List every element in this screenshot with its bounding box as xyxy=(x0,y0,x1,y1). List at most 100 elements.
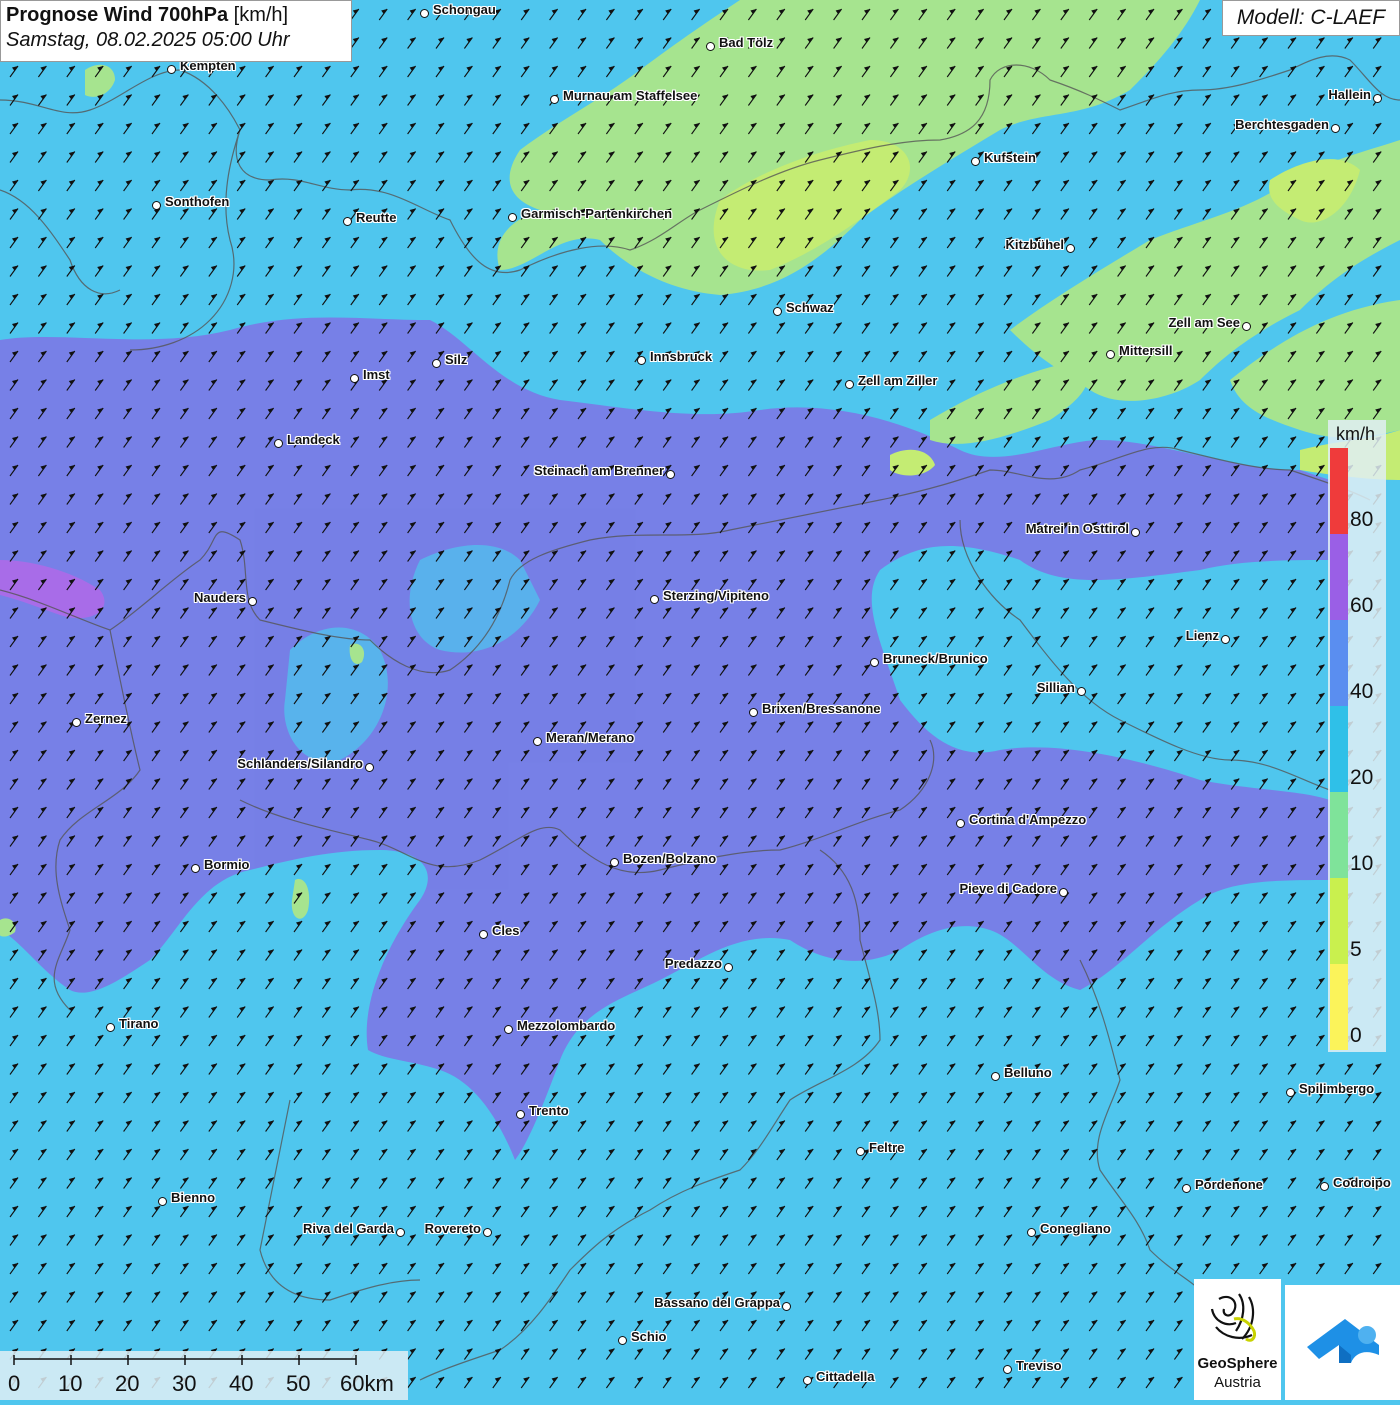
city-marker xyxy=(191,864,200,873)
city-marker xyxy=(666,470,675,479)
city-label: Schwaz xyxy=(786,300,834,315)
city-marker xyxy=(152,201,161,210)
city-marker xyxy=(396,1228,405,1237)
city-label: Bassano del Grappa xyxy=(654,1295,780,1310)
city-marker xyxy=(432,359,441,368)
scale-label: 60km xyxy=(340,1371,394,1396)
city-marker xyxy=(479,930,488,939)
city-marker xyxy=(1003,1365,1012,1374)
city-marker xyxy=(343,217,352,226)
city-label: Codroipo xyxy=(1333,1175,1391,1190)
city-label: Spilimbergo xyxy=(1299,1081,1375,1096)
city-marker xyxy=(1373,94,1382,103)
city-label: Conegliano xyxy=(1040,1221,1111,1236)
city-marker xyxy=(724,963,733,972)
city-marker xyxy=(274,439,283,448)
city-marker xyxy=(749,708,758,717)
city-label: Meran/Merano xyxy=(546,730,635,745)
geosphere-country: Austria xyxy=(1214,1374,1261,1391)
city-marker xyxy=(870,658,879,667)
city-label: Steinach am Brenner xyxy=(533,463,664,478)
city-label: Hallein xyxy=(1328,87,1371,102)
title-bold: Prognose Wind 700hPa xyxy=(6,4,229,26)
cloud-arrow-icon xyxy=(1307,1319,1379,1363)
city-marker xyxy=(1286,1088,1295,1097)
scale-label: 0 xyxy=(8,1371,21,1396)
legend-label: 60 xyxy=(1350,594,1374,617)
city-label: Belluno xyxy=(1004,1065,1052,1080)
legend-swatch-80plus xyxy=(1330,448,1348,534)
scale-bar: 0 10 20 30 40 50 60km xyxy=(0,1351,408,1400)
legend-label: 10 xyxy=(1350,852,1374,875)
city-marker xyxy=(650,595,659,604)
city-label: Tirano xyxy=(119,1016,159,1031)
geosphere-logo[interactable]: GeoSphere Austria xyxy=(1194,1279,1281,1400)
city-label: Imst xyxy=(363,367,390,382)
city-label: Treviso xyxy=(1016,1358,1062,1373)
city-label: Mezzolombardo xyxy=(517,1018,616,1033)
legend-swatch-40 xyxy=(1330,620,1348,706)
city-marker xyxy=(991,1072,1000,1081)
city-label: Silz xyxy=(445,352,468,367)
city-marker xyxy=(618,1336,627,1345)
city-label: Trento xyxy=(529,1103,569,1118)
city-label: Zell am Ziller xyxy=(858,373,938,388)
city-label: Bruneck/Brunico xyxy=(883,651,988,666)
city-marker xyxy=(508,213,517,222)
scale-label: 20 xyxy=(115,1371,140,1396)
city-marker xyxy=(72,718,81,727)
city-marker xyxy=(550,95,559,104)
city-label: Lienz xyxy=(1185,628,1219,643)
city-label: Bozen/Bolzano xyxy=(623,851,717,866)
city-label: Bienno xyxy=(171,1190,216,1205)
scale-label: 30 xyxy=(172,1371,197,1396)
city-label: Cittadella xyxy=(816,1369,875,1384)
legend-label: 0 xyxy=(1350,1024,1362,1047)
city-label: Kitzbühel xyxy=(1005,237,1065,252)
city-marker xyxy=(1077,687,1086,696)
city-label: Sonthofen xyxy=(165,194,230,209)
city-marker xyxy=(248,597,257,606)
city-marker xyxy=(504,1025,513,1034)
legend-swatch-60 xyxy=(1330,534,1348,620)
city-label: Innsbruck xyxy=(650,349,713,364)
city-marker xyxy=(420,9,429,18)
city-label: Sillian xyxy=(1036,680,1075,695)
city-marker xyxy=(637,356,646,365)
city-label: Garmisch-Partenkirchen xyxy=(521,206,673,221)
city-label: Riva del Garda xyxy=(302,1221,394,1236)
geosphere-emblem-icon xyxy=(1210,1293,1256,1342)
city-marker xyxy=(106,1023,115,1032)
city-marker xyxy=(365,763,374,772)
city-label: Pordenone xyxy=(1195,1177,1263,1192)
city-marker xyxy=(516,1110,525,1119)
geosphere-name: GeoSphere xyxy=(1197,1355,1278,1372)
city-label: Berchtesgaden xyxy=(1235,117,1329,132)
weather-app-logo[interactable] xyxy=(1285,1285,1400,1400)
city-label: Schio xyxy=(631,1329,667,1344)
city-marker xyxy=(1059,888,1068,897)
city-label: Murnau am Staffelsee xyxy=(563,88,698,103)
city-marker xyxy=(856,1147,865,1156)
city-marker xyxy=(158,1197,167,1206)
legend-swatch-0 xyxy=(1330,964,1348,1050)
city-label: Bormio xyxy=(204,857,250,872)
city-marker xyxy=(956,819,965,828)
city-label: Nauders xyxy=(193,590,246,605)
city-label: Cles xyxy=(492,923,520,938)
city-marker xyxy=(845,380,854,389)
model-label: Modell: C-LAEF xyxy=(1222,0,1400,36)
city-marker xyxy=(483,1228,492,1237)
city-label: Rovereto xyxy=(424,1221,481,1236)
city-marker xyxy=(803,1376,812,1385)
city-label: Kufstein xyxy=(984,150,1036,165)
city-label: Schlanders/Silandro xyxy=(237,756,363,771)
city-label: Cortina d'Ampezzo xyxy=(969,812,1087,827)
city-label: Reutte xyxy=(356,210,397,225)
city-label: Mittersill xyxy=(1119,343,1173,358)
title-box: Prognose Wind 700hPa [km/h] Samstag, 08.… xyxy=(0,0,352,62)
scale-label: 10 xyxy=(58,1371,83,1396)
city-marker xyxy=(971,157,980,166)
city-marker xyxy=(706,42,715,51)
city-marker xyxy=(1331,124,1340,133)
